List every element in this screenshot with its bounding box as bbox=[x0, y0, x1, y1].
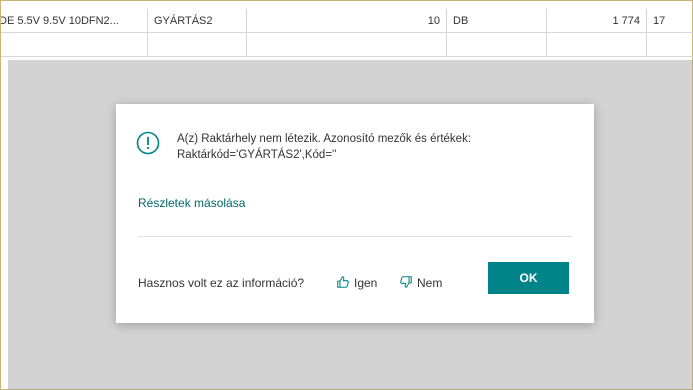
error-dialog: A(z) Raktárhely nem létezik. Azonosító m… bbox=[116, 104, 594, 323]
grid-cell-price[interactable]: 1 774 bbox=[547, 9, 647, 33]
feedback-yes-button[interactable]: Igen bbox=[336, 272, 377, 294]
grid-cell-location[interactable]: GYÁRTÁS2 bbox=[148, 9, 247, 33]
grid-cell-unit[interactable] bbox=[447, 33, 547, 57]
feedback-yes-label: Igen bbox=[354, 276, 378, 290]
grid-cell-quantity[interactable] bbox=[247, 33, 447, 57]
grid-cell-quantity[interactable]: 10 bbox=[247, 9, 447, 33]
ok-button[interactable]: OK bbox=[488, 262, 569, 294]
grid-cell-description[interactable] bbox=[1, 33, 148, 57]
divider bbox=[138, 236, 572, 237]
grid-cell-price[interactable] bbox=[547, 33, 647, 57]
grid-cell-amount[interactable] bbox=[647, 33, 693, 57]
grid-cell-description[interactable]: DE 5.5V 9.5V 10DFN2... bbox=[1, 9, 148, 33]
thumbs-up-icon bbox=[336, 275, 354, 292]
grid-cell-location[interactable] bbox=[148, 33, 247, 57]
info-circle-icon bbox=[136, 131, 160, 155]
error-message-line1: A(z) Raktárhely nem létezik. Azonosító m… bbox=[177, 133, 472, 145]
grid-cell-unit[interactable]: DB bbox=[447, 9, 547, 33]
table-row[interactable] bbox=[1, 33, 693, 57]
copy-details-link[interactable]: Részletek másolása bbox=[138, 196, 245, 210]
feedback-question: Hasznos volt ez az információ? bbox=[138, 276, 305, 290]
thumbs-down-icon bbox=[399, 275, 417, 292]
error-message-line2: Raktárkód='GYÁRTÁS2',Kód='' bbox=[177, 149, 337, 161]
table-row[interactable]: DE 5.5V 9.5V 10DFN2... GYÁRTÁS2 10 DB 1 … bbox=[1, 9, 693, 33]
feedback-no-label: Nem bbox=[417, 276, 443, 290]
error-message: A(z) Raktárhely nem létezik. Azonosító m… bbox=[177, 131, 577, 163]
feedback-no-button[interactable]: Nem bbox=[399, 272, 442, 294]
grid-cell-amount[interactable]: 17 bbox=[647, 9, 693, 33]
